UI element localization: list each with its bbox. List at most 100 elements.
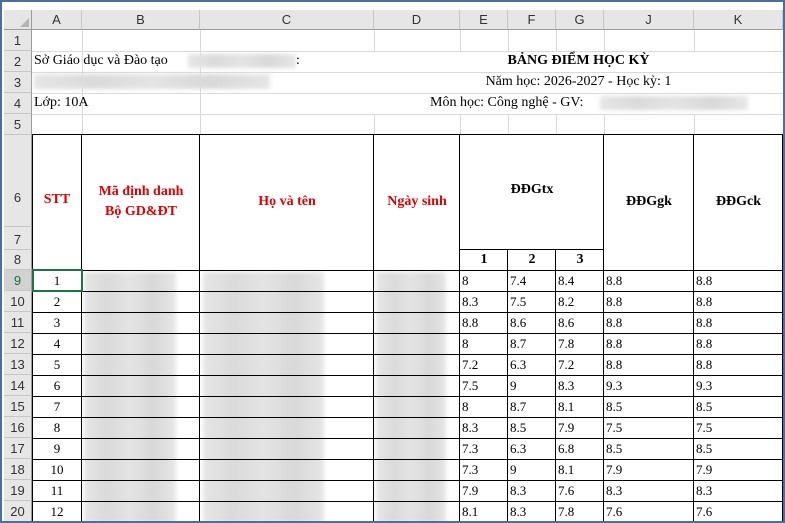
cell-k[interactable]: 8.8 xyxy=(696,334,782,353)
row-header-11[interactable]: 11 xyxy=(4,312,32,333)
cell-e[interactable]: 8.3 xyxy=(462,418,507,437)
cell-k[interactable]: 8.5 xyxy=(696,439,782,458)
cell-j[interactable]: 7.6 xyxy=(606,502,693,521)
cell-f[interactable]: 6.3 xyxy=(510,355,555,374)
cell-f[interactable]: 6.3 xyxy=(510,439,555,458)
cell-e[interactable]: 8.1 xyxy=(462,502,507,521)
cell-k[interactable]: 8.8 xyxy=(696,271,782,290)
cell-j[interactable]: 8.8 xyxy=(606,313,693,332)
cell-stt[interactable]: 2 xyxy=(32,292,82,311)
column-header-d[interactable]: D xyxy=(374,10,460,30)
cell-stt[interactable]: 12 xyxy=(32,502,82,521)
cell-g[interactable]: 8.4 xyxy=(558,271,603,290)
select-all-button[interactable] xyxy=(4,10,32,30)
cell-e[interactable]: 7.5 xyxy=(462,376,507,395)
cell-j[interactable]: 8.3 xyxy=(606,481,693,500)
cell-j[interactable]: 8.8 xyxy=(606,271,693,290)
row-header-14[interactable]: 14 xyxy=(4,375,32,396)
cell-k[interactable]: 7.5 xyxy=(696,418,782,437)
column-header-g[interactable]: G xyxy=(556,10,604,30)
cell-j[interactable]: 9.3 xyxy=(606,376,693,395)
row-header-1[interactable]: 1 xyxy=(4,30,32,51)
cell-k[interactable]: 8.3 xyxy=(696,481,782,500)
column-header-e[interactable]: E xyxy=(460,10,508,30)
cell-g[interactable]: 7.8 xyxy=(558,334,603,353)
cell-g[interactable]: 7.8 xyxy=(558,502,603,521)
cell-g[interactable]: 8.2 xyxy=(558,292,603,311)
cell-e[interactable]: 7.9 xyxy=(462,481,507,500)
row-header-7[interactable]: 7 xyxy=(4,227,32,250)
column-header-f[interactable]: F xyxy=(508,10,556,30)
cell-e[interactable]: 8 xyxy=(462,334,507,353)
active-cell[interactable] xyxy=(32,269,83,292)
column-header-j[interactable]: J xyxy=(604,10,694,30)
row-header-10[interactable]: 10 xyxy=(4,291,32,312)
cell-stt[interactable]: 7 xyxy=(32,397,82,416)
column-header-k[interactable]: K xyxy=(694,10,783,30)
cell-k[interactable]: 9.3 xyxy=(696,376,782,395)
cell-j[interactable]: 8.8 xyxy=(606,292,693,311)
cell-f[interactable]: 9 xyxy=(510,460,555,479)
cell-f[interactable]: 7.4 xyxy=(510,271,555,290)
cell-stt[interactable]: 10 xyxy=(32,460,82,479)
cell-g[interactable]: 7.9 xyxy=(558,418,603,437)
row-header-15[interactable]: 15 xyxy=(4,396,32,417)
row-header-3[interactable]: 3 xyxy=(4,72,32,93)
cell-e[interactable]: 7.3 xyxy=(462,460,507,479)
cell-k[interactable]: 8.8 xyxy=(696,313,782,332)
cell-g[interactable]: 8.3 xyxy=(558,376,603,395)
cell-e[interactable]: 7.2 xyxy=(462,355,507,374)
cell-e[interactable]: 8.8 xyxy=(462,313,507,332)
row-header-12[interactable]: 12 xyxy=(4,333,32,354)
cell-j[interactable]: 8.5 xyxy=(606,439,693,458)
row-header-17[interactable]: 17 xyxy=(4,438,32,459)
cell-e[interactable]: 7.3 xyxy=(462,439,507,458)
cell-k[interactable]: 7.9 xyxy=(696,460,782,479)
cell-f[interactable]: 8.6 xyxy=(510,313,555,332)
cell-stt[interactable]: 4 xyxy=(32,334,82,353)
column-header-c[interactable]: C xyxy=(200,10,374,30)
row-header-2[interactable]: 2 xyxy=(4,51,32,72)
cell-g[interactable]: 7.2 xyxy=(558,355,603,374)
row-header-18[interactable]: 18 xyxy=(4,459,32,480)
row-header-9[interactable]: 9 xyxy=(4,270,32,291)
cell-g[interactable]: 8.1 xyxy=(558,460,603,479)
column-header-a[interactable]: A xyxy=(32,10,82,30)
row-header-19[interactable]: 19 xyxy=(4,480,32,501)
row-header-20[interactable]: 20 xyxy=(4,501,32,521)
row-header-13[interactable]: 13 xyxy=(4,354,32,375)
row-header-16[interactable]: 16 xyxy=(4,417,32,438)
cell-g[interactable]: 6.8 xyxy=(558,439,603,458)
cell-f[interactable]: 7.5 xyxy=(510,292,555,311)
cell-stt[interactable]: 5 xyxy=(32,355,82,374)
cell-stt[interactable]: 6 xyxy=(32,376,82,395)
cell-f[interactable]: 8.5 xyxy=(510,418,555,437)
row-header-4[interactable]: 4 xyxy=(4,93,32,114)
row-header-8[interactable]: 8 xyxy=(4,250,32,270)
cell-e[interactable]: 8 xyxy=(462,271,507,290)
cell-k[interactable]: 8.5 xyxy=(696,397,782,416)
cell-stt[interactable]: 3 xyxy=(32,313,82,332)
cell-stt[interactable]: 11 xyxy=(32,481,82,500)
row-header-6[interactable]: 6 xyxy=(4,135,32,227)
cell-g[interactable]: 8.1 xyxy=(558,397,603,416)
cell-j[interactable]: 7.5 xyxy=(606,418,693,437)
cell-e[interactable]: 8 xyxy=(462,397,507,416)
cell-f[interactable]: 8.3 xyxy=(510,502,555,521)
cell-g[interactable]: 7.6 xyxy=(558,481,603,500)
cell-stt[interactable]: 8 xyxy=(32,418,82,437)
cell-e[interactable]: 8.3 xyxy=(462,292,507,311)
cell-k[interactable]: 8.8 xyxy=(696,355,782,374)
cell-stt[interactable]: 9 xyxy=(32,439,82,458)
cell-k[interactable]: 8.8 xyxy=(696,292,782,311)
cell-g[interactable]: 8.6 xyxy=(558,313,603,332)
cell-j[interactable]: 8.8 xyxy=(606,355,693,374)
cell-f[interactable]: 8.3 xyxy=(510,481,555,500)
cell-f[interactable]: 8.7 xyxy=(510,397,555,416)
cell-j[interactable]: 8.8 xyxy=(606,334,693,353)
cell-f[interactable]: 9 xyxy=(510,376,555,395)
column-header-b[interactable]: B xyxy=(82,10,200,30)
cell-k[interactable]: 7.6 xyxy=(696,502,782,521)
cell-f[interactable]: 8.7 xyxy=(510,334,555,353)
cell-j[interactable]: 8.5 xyxy=(606,397,693,416)
